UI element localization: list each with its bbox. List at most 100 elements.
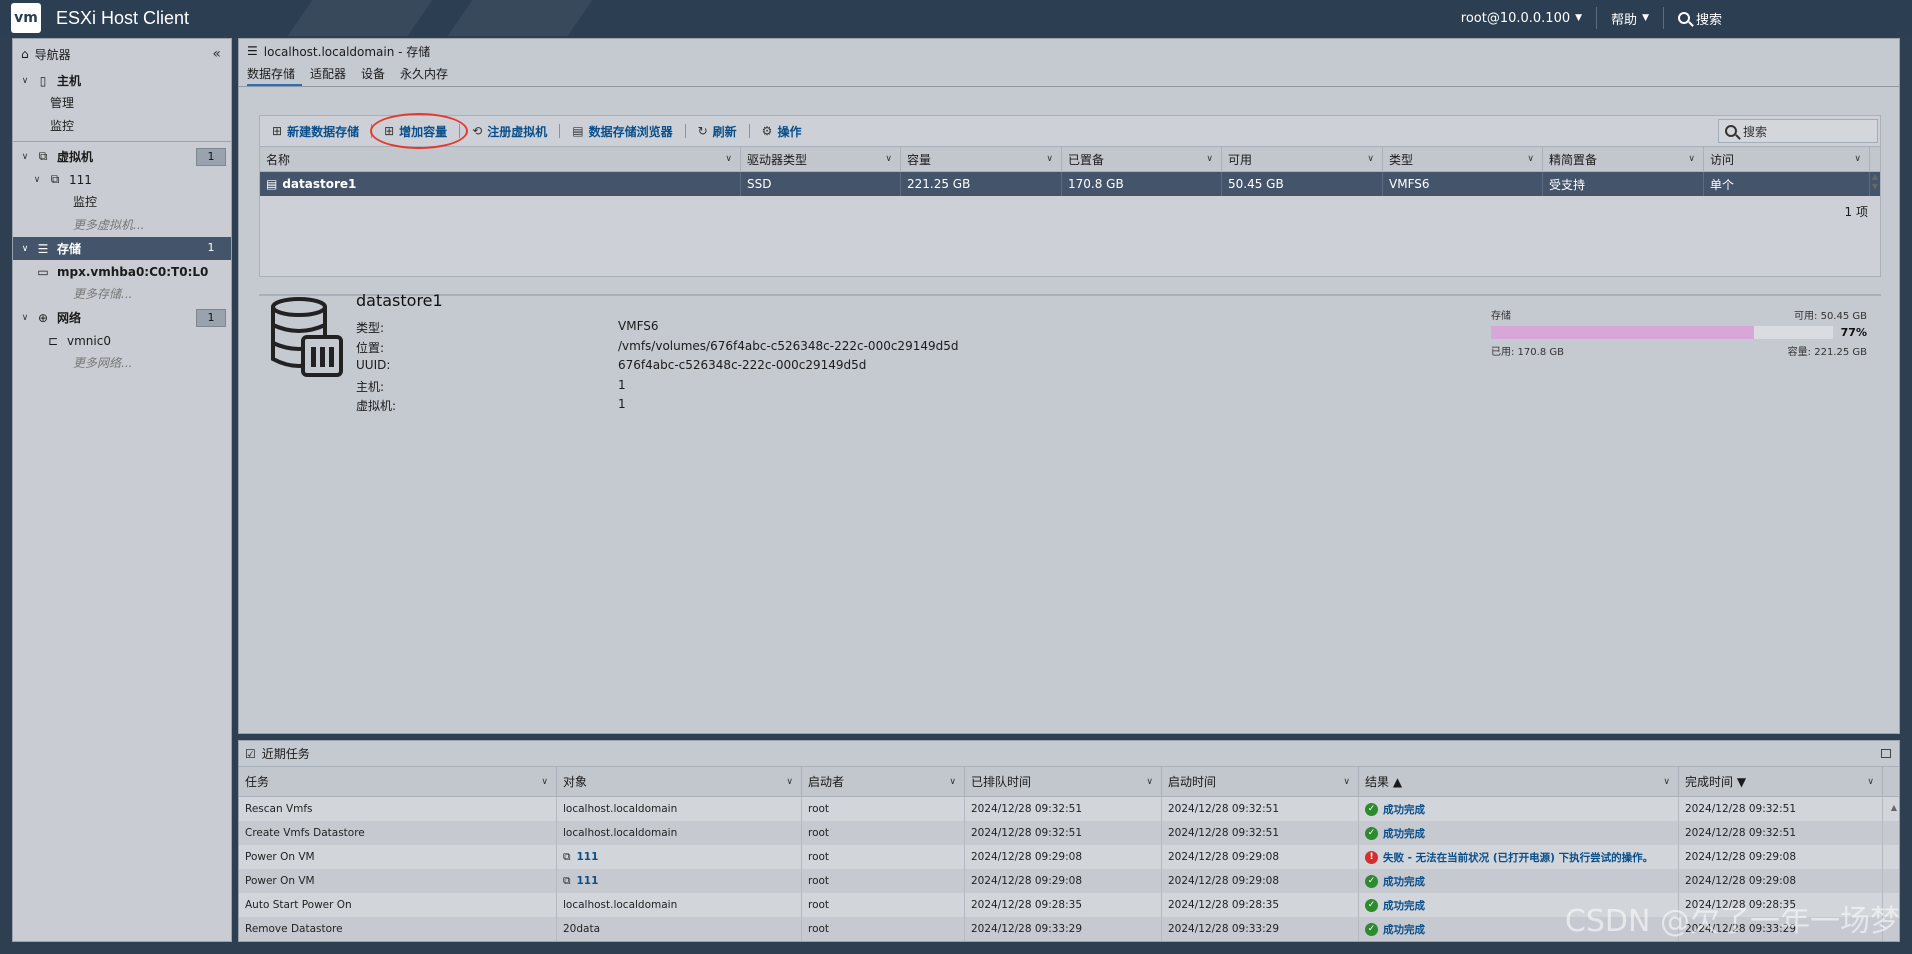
cell-started: 2024/12/28 09:29:08 [1162,869,1359,893]
chevron-down-icon[interactable]: ∨ [1146,777,1153,787]
chevron-down-icon[interactable]: ∨ [1854,154,1861,164]
nav-more-storage[interactable]: 更多存储... [13,283,231,306]
chevron-down-icon[interactable]: ∨ [1663,777,1670,787]
table-row[interactable]: Power On VM ⧉ 111 root 2024/12/28 09:29:08 20… [239,845,1899,869]
maximize-icon[interactable] [1881,749,1891,758]
column-header-free[interactable]: 可用 ∨ [1222,147,1383,171]
chevron-down-icon[interactable]: ∨ [949,777,956,787]
chevron-down-icon[interactable]: ∨ [541,777,548,787]
nic-icon: ⊏ [47,333,59,348]
cell-text[interactable]: 111 [577,875,599,887]
nav-host-monitor[interactable]: 监控 [13,115,231,138]
collapse-navigator-icon[interactable]: « [212,46,221,62]
chevron-down-icon[interactable]: ∨ [1867,777,1874,787]
actions-button[interactable]: ⚙ 操作 [754,120,810,142]
tab-persistent-memory[interactable]: 永久内存 [400,63,455,86]
nav-vm-111[interactable]: ∨ ⧉ 111 [13,168,231,191]
column-header-task[interactable]: 任务 ∨ [239,767,557,796]
tasks-scrollbar[interactable]: ▲ [1891,803,1897,812]
nav-storage-device[interactable]: ▭ mpx.vmhba0:C0:T0:L0 [13,260,231,283]
grid-scrollbar[interactable]: ▲ ▼ [1870,172,1880,196]
panel-title: ☰ localhost.localdomain - 存储 [239,39,1899,63]
cell-text: 2024/12/28 09:29:08 [1685,851,1797,863]
chevron-down-icon[interactable]: ∨ [786,777,793,787]
chevron-down-icon[interactable]: ∨ [725,154,732,164]
tab-devices[interactable]: 设备 [361,63,392,86]
cell-text: root [808,827,830,839]
new-datastore-button[interactable]: ⊞ 新建数据存储 [264,120,367,142]
chevron-down-icon[interactable]: ∨ [19,152,31,162]
cell-text: 2024/12/28 09:29:08 [971,851,1083,863]
chevron-down-icon[interactable]: ∨ [1046,154,1053,164]
prop-value: 1 [618,397,626,411]
increase-capacity-label: 增加容量 [399,124,448,139]
cell-text[interactable]: 成功完成 [1383,922,1425,937]
column-header-result[interactable]: 结果 ▲ ∨ [1359,767,1679,796]
refresh-button[interactable]: ↻ 刷新 [690,120,745,142]
cell-text[interactable]: 成功完成 [1383,802,1425,817]
column-label: 启动时间 [1168,775,1217,789]
cell-initiator: root [802,917,965,941]
register-vm-button[interactable]: ⟲ 注册虚拟机 [464,120,555,142]
table-row[interactable]: Remove Datastore 20data root 2024/12/28 09:… [239,917,1899,941]
chevron-down-icon[interactable]: ∨ [1343,777,1350,787]
user-menu[interactable]: root@10.0.0.100 ▼ [1447,7,1598,29]
column-header-access[interactable]: 访问 ∨ [1704,147,1870,171]
cell-text[interactable]: 成功完成 [1383,826,1425,841]
table-row[interactable]: Create Vmfs Datastore localhost.localdoma… [239,821,1899,845]
cell-thin: 受支持 [1543,172,1704,196]
nav-more-vms[interactable]: 更多虚拟机... [13,214,231,237]
cell-completed: 2024/12/28 09:32:51 [1679,797,1883,821]
cell-completed: 2024/12/28 09:33:29 [1679,917,1883,941]
chevron-down-icon[interactable]: ∨ [19,76,31,86]
nav-storage[interactable]: ∨ ☰ 存储 1 [13,237,231,260]
cell-completed: 2024/12/28 09:29:08 [1679,869,1883,893]
datastore-browser-button[interactable]: ▤ 数据存储浏览器 [564,120,680,142]
datastore-search-input[interactable]: 搜索 [1718,119,1878,143]
nav-vm-monitor[interactable]: 监控 [13,191,231,214]
column-header-type[interactable]: 类型 ∨ [1383,147,1543,171]
cell-result: ✓ 成功完成 [1359,917,1679,941]
nav-network[interactable]: ∨ ⊕ 网络 1 [13,306,231,329]
nav-host-label: 主机 [57,74,82,88]
header-search[interactable]: 搜索 [1664,7,1912,29]
increase-capacity-button[interactable]: ⊞ 增加容量 [370,113,469,149]
tab-adapters[interactable]: 适配器 [310,63,353,86]
column-header-capacity[interactable]: 容量 ∨ [901,147,1062,171]
cell-text[interactable]: 111 [577,851,599,863]
nav-host[interactable]: ∨ ▯ 主机 [13,69,231,92]
chevron-down-icon[interactable]: ∨ [885,154,892,164]
column-header-started[interactable]: 启动时间 ∨ [1162,767,1359,796]
cell-text[interactable]: 成功完成 [1383,874,1425,889]
cell-text[interactable]: 失败 - 无法在当前状况 (已打开电源) 下执行尝试的操作。 [1383,850,1653,865]
cell-task: Create Vmfs Datastore [239,821,557,845]
cell-text[interactable]: 成功完成 [1383,898,1425,913]
new-datastore-label: 新建数据存储 [287,124,360,139]
table-row[interactable]: ▤ datastore1 SSD 221.25 GB 170.8 GB 50.45… [260,172,1880,196]
chevron-down-icon[interactable]: ∨ [31,175,43,185]
column-header-drive-type[interactable]: 驱动器类型 ∨ [741,147,901,171]
column-header-queued[interactable]: 已排队时间 ∨ [965,767,1162,796]
table-row[interactable]: Auto Start Power On localhost.localdomain… [239,893,1899,917]
help-menu[interactable]: 帮助 ▼ [1597,7,1664,29]
column-header-provisioned[interactable]: 已置备 ∨ [1062,147,1222,171]
nav-host-manage[interactable]: 管理 [13,92,231,115]
column-header-name[interactable]: 名称 ∨ [260,147,741,171]
chevron-down-icon[interactable]: ∨ [19,244,31,254]
column-header-initiator[interactable]: 启动者 ∨ [802,767,965,796]
column-header-completed[interactable]: 完成时间 ▼ ∨ [1679,767,1883,796]
column-header-object[interactable]: 对象 ∨ [557,767,802,796]
nav-virtual-machines[interactable]: ∨ ⧉ 虚拟机 1 [13,145,231,168]
chevron-down-icon[interactable]: ∨ [1206,154,1213,164]
chevron-down-icon[interactable]: ∨ [1527,154,1534,164]
chevron-down-icon[interactable]: ∨ [19,313,31,323]
tab-datastores[interactable]: 数据存储 [247,63,303,86]
table-row[interactable]: Rescan Vmfs localhost.localdomain root 2024… [239,797,1899,821]
nav-more-network[interactable]: 更多网络... [13,352,231,375]
chevron-down-icon[interactable]: ∨ [1367,154,1374,164]
column-header-thin[interactable]: 精简置备 ∨ [1543,147,1704,171]
nav-network-nic[interactable]: ⊏ vmnic0 [13,329,231,352]
prop-key: 位置: [356,340,385,355]
table-row[interactable]: Power On VM ⧉ 111 root 2024/12/28 09:29:08 20… [239,869,1899,893]
chevron-down-icon[interactable]: ∨ [1688,154,1695,164]
